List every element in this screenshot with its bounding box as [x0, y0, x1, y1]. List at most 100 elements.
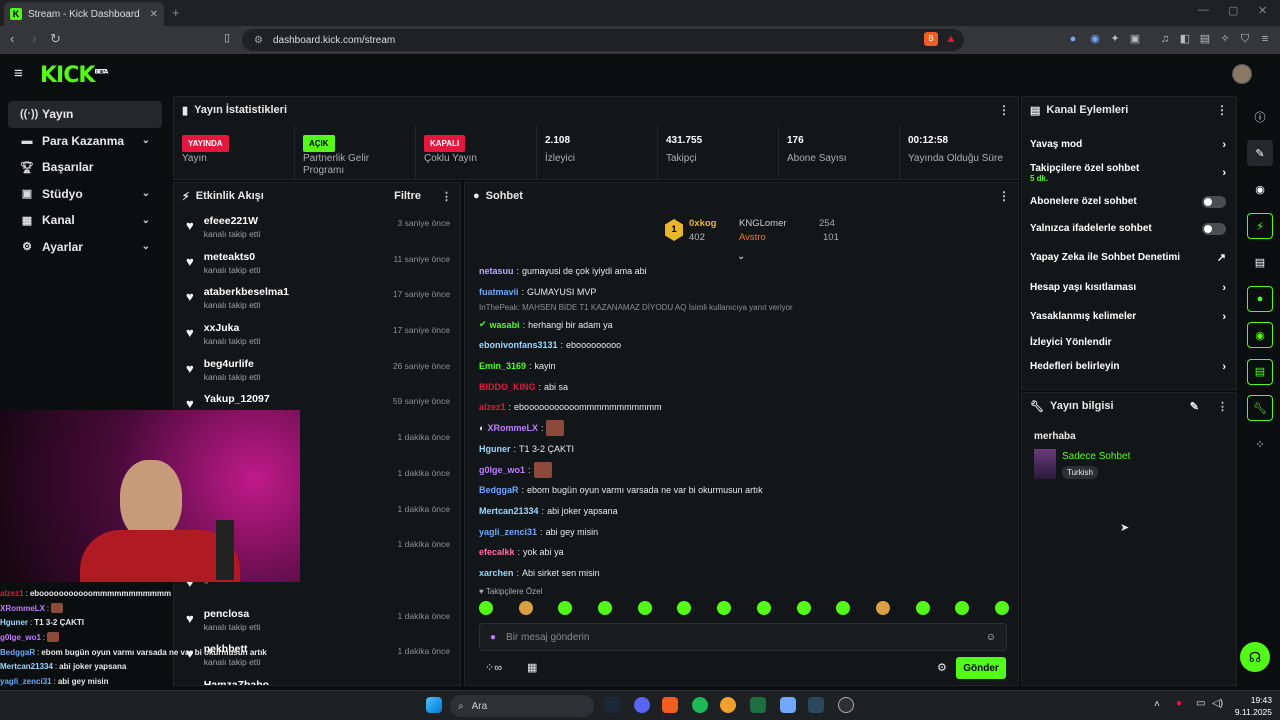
sidebar-item-yayin[interactable]: ((·)) Yayın — [8, 101, 162, 128]
hamburger-menu-icon[interactable]: ≡ — [14, 65, 23, 82]
forward-icon[interactable]: › — [32, 31, 36, 46]
activity-user[interactable]: ataberkbeselma1 — [204, 286, 289, 298]
emote-icon[interactable] — [479, 601, 493, 615]
action-followers-only[interactable]: Takipçilere özel sohbet 5 dk. › — [1022, 158, 1236, 188]
chat-username[interactable]: ebonivonfans3131 — [479, 340, 558, 350]
site-info-icon[interactable]: ⚙ — [254, 35, 263, 46]
sidebar-item-ayarlar[interactable]: ⚙ Ayarlar ⌄ — [8, 234, 162, 261]
taskbar-search[interactable]: ⌕ Ara — [450, 695, 594, 717]
reload-icon[interactable]: ↻ — [50, 31, 61, 47]
chat-username[interactable]: alzez1 — [479, 402, 506, 412]
action-banned-words[interactable]: Yasaklanmış kelimeler › — [1022, 302, 1236, 331]
action-ai-moderation[interactable]: Yapay Zeka ile Sohbet Denetimi ↗ — [1022, 242, 1236, 273]
activity-user[interactable]: Yakup_12097 — [204, 393, 270, 405]
info-icon[interactable]: ⓘ — [1247, 104, 1273, 130]
activity-user[interactable]: efeee221W — [204, 215, 261, 227]
tray-chevron-icon[interactable]: ˄ — [1154, 699, 1160, 710]
filter-button[interactable]: Filtre — [394, 190, 421, 202]
vpn-icon[interactable]: ⛉ — [1238, 32, 1252, 46]
emote-icon[interactable] — [836, 601, 851, 615]
steam-2-icon[interactable] — [808, 697, 824, 713]
chat-username[interactable]: XRommeLX — [487, 423, 538, 433]
app-icon[interactable] — [720, 697, 736, 713]
emote-icon[interactable] — [796, 601, 811, 615]
sidebar-item-studyo[interactable]: ▣ Stüdyo ⌄ — [8, 181, 162, 208]
chat-settings-icon[interactable]: ⚙ — [937, 661, 947, 674]
chat-username[interactable]: xarchen — [479, 568, 514, 578]
emote-icon[interactable] — [558, 601, 573, 615]
emote-icon[interactable] — [677, 601, 692, 615]
sidebar-item-basarilar[interactable]: 🏆︎ Başarılar — [8, 154, 162, 181]
sidebar-item-para-kazanma[interactable]: ▬ Para Kazanma ⌄ — [8, 128, 162, 155]
taskbar-clock[interactable]: 19:43 9.11.2025 — [1235, 694, 1272, 718]
chat-input[interactable]: ● Bir mesaj gönderin ☺ — [479, 623, 1007, 651]
menu-icon[interactable]: ≡ — [1258, 32, 1272, 46]
extension-2-icon[interactable]: ◉ — [1088, 32, 1102, 46]
activity-user[interactable]: meteakts0 — [204, 251, 261, 263]
brave-shield-icon[interactable]: B — [924, 32, 938, 46]
action-subs-only[interactable]: Abonelere özel sohbet — [1022, 188, 1236, 215]
extensions-icon[interactable]: ✦ — [1108, 32, 1122, 46]
edit-icon[interactable]: ✎ — [1247, 140, 1273, 167]
emoji-icon[interactable]: ☺ — [986, 632, 996, 643]
microphone-icon[interactable]: ● — [490, 632, 496, 643]
chat-username[interactable]: wasabi — [490, 320, 520, 330]
emote-icon[interactable] — [756, 601, 771, 615]
action-slow-mode[interactable]: Yavaş mod › — [1022, 131, 1236, 158]
windows-start-icon[interactable] — [426, 697, 442, 713]
camera-icon[interactable]: ◉ — [1247, 177, 1273, 203]
game-icon[interactable] — [780, 697, 796, 713]
chat-username[interactable]: BIDDO_KING — [479, 382, 536, 392]
action-goals[interactable]: Hedefleri belirleyin › — [1022, 353, 1236, 380]
more-options-icon[interactable]: ⋮ — [1217, 400, 1228, 413]
emote-icon[interactable] — [875, 601, 890, 615]
tools-icon[interactable]: ⁘∞ — [485, 661, 502, 674]
edit-icon[interactable]: ✎ — [1190, 400, 1199, 413]
emote-icon[interactable] — [637, 601, 652, 615]
user-avatar[interactable] — [1232, 64, 1252, 84]
chat-username[interactable]: Hguner — [479, 444, 511, 454]
emote-only-toggle[interactable] — [1202, 222, 1226, 235]
broadcast-icon[interactable]: ◉ — [1247, 322, 1273, 349]
back-icon[interactable]: ‹ — [10, 31, 14, 46]
channel-actions-icon[interactable]: ▤ — [1247, 358, 1273, 385]
brave-icon[interactable] — [662, 697, 678, 713]
action-emote-only[interactable]: Yalnızca ifadelerle sohbet — [1022, 215, 1236, 242]
excel-icon[interactable] — [750, 697, 766, 713]
action-account-age[interactable]: Hesap yaşı kısıtlaması › — [1022, 273, 1236, 302]
emote-icon[interactable] — [717, 601, 732, 615]
sidebar-toggle-icon[interactable]: ◧ — [1178, 32, 1192, 46]
chat-username[interactable]: fuatmavii — [479, 287, 519, 297]
wallet-icon[interactable]: ▤ — [1198, 32, 1212, 46]
store-icon[interactable]: ▦ — [527, 661, 537, 674]
more-options-icon[interactable]: ⋮ — [998, 189, 1010, 203]
more-options-icon[interactable]: ⋮ — [441, 190, 452, 203]
close-tab-icon[interactable]: ✕ — [150, 9, 158, 20]
emote-icon[interactable] — [915, 601, 930, 615]
chat-username[interactable]: BedggaR — [479, 485, 519, 495]
add-widget-icon[interactable]: ⁘ — [1247, 432, 1273, 458]
new-tab-icon[interactable]: + — [172, 5, 180, 20]
sidebar-item-kanal[interactable]: ▦ Kanal ⌄ — [8, 207, 162, 234]
chat-username[interactable]: Mertcan21334 — [479, 506, 539, 516]
subs-only-toggle[interactable] — [1202, 195, 1226, 208]
kick-logo[interactable]: KICKBETA — [40, 63, 108, 88]
lightning-icon[interactable]: ⚡︎ — [1247, 213, 1273, 240]
display-tray-icon[interactable]: ▭ — [1196, 698, 1205, 709]
more-options-icon[interactable]: ⋮ — [998, 103, 1010, 117]
chat-icon[interactable]: ● — [1247, 285, 1273, 312]
support-icon[interactable]: ☊ — [1240, 642, 1270, 672]
steam-icon[interactable] — [604, 697, 620, 713]
browser-tab[interactable]: K Stream - Kick Dashboard ✕ — [4, 2, 164, 26]
volume-tray-icon[interactable]: ◁) — [1212, 698, 1223, 709]
bookmark-icon[interactable]: ▯ — [224, 31, 230, 44]
send-button[interactable]: Gönder — [956, 657, 1006, 679]
chat-username[interactable]: g0lge_wo1 — [479, 465, 525, 475]
action-host[interactable]: İzleyici Yönlendir — [1022, 331, 1236, 353]
url-field[interactable]: ⚙ dashboard.kick.com/stream — [242, 29, 964, 51]
emote-icon[interactable] — [955, 601, 970, 615]
chat-username[interactable]: Emin_3169 — [479, 361, 526, 371]
discord-icon[interactable] — [634, 697, 650, 713]
activity-user[interactable]: xxJuka — [204, 322, 261, 334]
more-options-icon[interactable]: ⋮ — [1216, 103, 1228, 117]
